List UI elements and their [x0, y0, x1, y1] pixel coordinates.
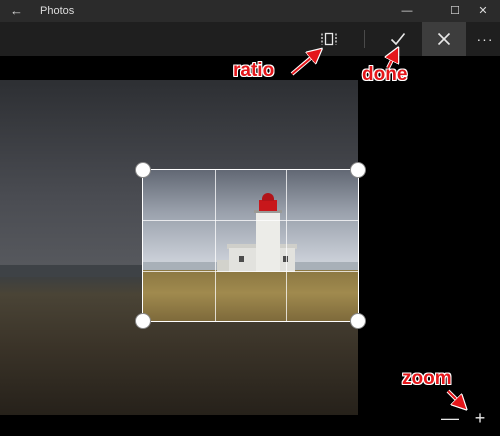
crop-handle-top-left[interactable] [135, 162, 151, 178]
back-arrow-icon[interactable]: ← [10, 3, 23, 19]
annotation-arrow-zoom [446, 389, 467, 410]
minimize-button[interactable]: — [390, 0, 424, 22]
crop-handle-bottom-right[interactable] [350, 313, 366, 329]
lighthouse-window [239, 256, 244, 262]
done-button[interactable] [381, 22, 415, 56]
toolbar-divider [364, 30, 365, 48]
crop-grid-horizontal-1 [143, 220, 358, 221]
crop-toolbar: ··· [0, 22, 500, 56]
window-title: Photos [40, 5, 75, 17]
lighthouse-lantern [259, 200, 277, 211]
cancel-button[interactable] [422, 22, 466, 56]
aspect-ratio-icon [321, 32, 337, 46]
zoom-out-button[interactable]: — [440, 408, 460, 428]
crop-handle-top-right[interactable] [350, 162, 366, 178]
annotation-ratio-label: ratio [233, 60, 275, 81]
photo-ground [143, 270, 358, 321]
window-close-button[interactable]: ✕ [466, 0, 500, 22]
crop-grid-horizontal-2 [143, 271, 358, 272]
annotation-zoom-label: zoom [402, 368, 452, 389]
annotation-done-label: done [362, 64, 408, 85]
title-bar: ← Photos — ☐ ✕ [0, 0, 500, 22]
checkmark-icon [390, 32, 406, 46]
lighthouse-cap [262, 193, 274, 201]
more-options-button[interactable]: ··· [470, 22, 500, 56]
crop-grid-vertical-2 [286, 170, 287, 321]
zoom-in-button[interactable]: + [470, 408, 490, 428]
crop-selection[interactable] [143, 170, 358, 321]
crop-grid-vertical-1 [215, 170, 216, 321]
close-icon [437, 32, 451, 46]
crop-handle-bottom-left[interactable] [135, 313, 151, 329]
aspect-ratio-button[interactable] [312, 22, 346, 56]
